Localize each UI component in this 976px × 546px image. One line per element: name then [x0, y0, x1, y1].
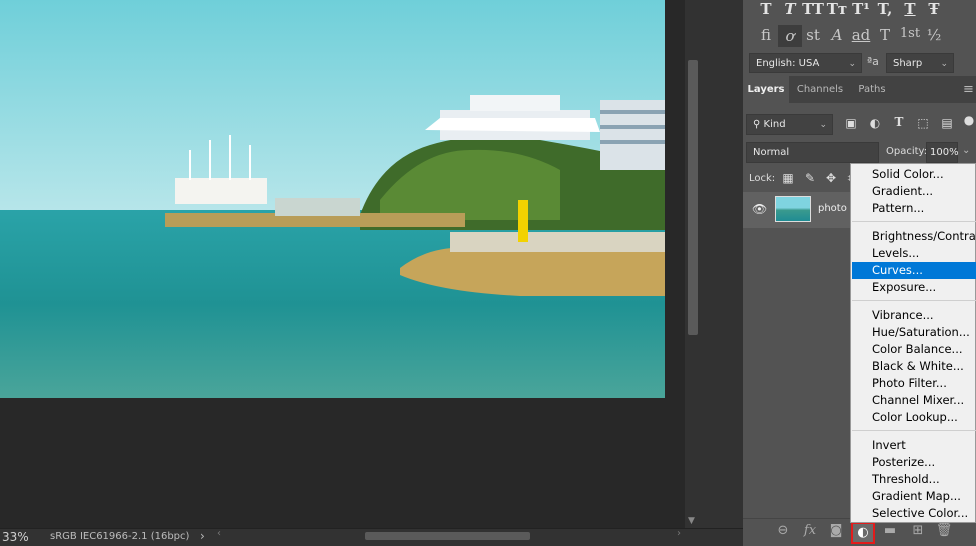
menu-item-black-white[interactable]: Black & White...	[852, 358, 976, 375]
menu-item-invert[interactable]: Invert	[852, 437, 976, 454]
filter-kind-select[interactable]: ⚲ Kind ⌄	[746, 114, 833, 135]
add-mask-icon[interactable]: ◙	[827, 523, 845, 538]
search-icon: ⚲	[753, 119, 764, 130]
strikethrough-button[interactable]: Ŧ	[922, 0, 946, 18]
adjustment-layer-menu: Solid Color... Gradient... Pattern... Br…	[850, 163, 976, 523]
blend-mode-select[interactable]: Normal	[746, 142, 879, 163]
opacity-field[interactable]: 100%	[926, 142, 959, 163]
menu-item-pattern[interactable]: Pattern...	[852, 200, 976, 217]
kind-value: Kind	[763, 119, 786, 130]
lock-transparent-pixels-icon[interactable]: ▦	[779, 171, 797, 185]
small-caps-button[interactable]: Tт	[825, 0, 849, 18]
menu-item-threshold[interactable]: Threshold...	[852, 471, 976, 488]
underline-button[interactable]: T	[898, 0, 922, 18]
menu-separator	[852, 300, 976, 301]
photo-scene	[0, 0, 665, 398]
layers-tab-bar: Layers Channels Paths ≡	[743, 76, 976, 103]
menu-separator	[852, 430, 976, 431]
menu-item-gradient[interactable]: Gradient...	[852, 183, 976, 200]
faux-bold-button[interactable]: T	[754, 0, 778, 18]
visibility-eye-icon[interactable]: 👁	[752, 202, 767, 216]
new-adjustment-layer-icon[interactable]: ◐	[851, 522, 875, 544]
menu-item-brightness-contrast[interactable]: Brightness/Contrast...	[852, 228, 976, 245]
color-profile: sRGB IEC61966-2.1 (16bpc)	[50, 531, 190, 542]
scroll-down-icon[interactable]: ▼	[688, 516, 695, 526]
subscript-button[interactable]: T,	[873, 0, 897, 18]
chevron-down-icon: ⌄	[940, 59, 948, 69]
fx-icon[interactable]: fx	[801, 523, 819, 538]
canvas-area[interactable]	[0, 0, 685, 528]
opacity-chevron-icon[interactable]: ⌄	[962, 145, 970, 156]
discretionary-ligatures-button[interactable]: st	[801, 26, 825, 44]
swash-button[interactable]: A	[825, 26, 849, 44]
menu-item-hue-saturation[interactable]: Hue/Saturation...	[852, 324, 976, 341]
menu-item-posterize[interactable]: Posterize...	[852, 454, 976, 471]
chevron-down-icon: ⌄	[819, 120, 827, 130]
vertical-scrollbar[interactable]: ▼	[685, 0, 703, 528]
old-style-button[interactable]: ơ	[778, 25, 802, 47]
menu-item-solid-color[interactable]: Solid Color...	[852, 166, 976, 183]
horizontal-scroll-thumb[interactable]	[365, 532, 530, 540]
menu-item-color-balance[interactable]: Color Balance...	[852, 341, 976, 358]
titling-alternates-button[interactable]: T	[873, 26, 897, 44]
antialias-value: Sharp	[893, 58, 923, 69]
fractions-button[interactable]: ½	[922, 26, 946, 44]
stylistic-alternates-button[interactable]: ad	[849, 26, 873, 44]
faux-italic-button[interactable]: T	[778, 0, 802, 18]
opacity-value: 100%	[930, 147, 959, 158]
menu-item-photo-filter[interactable]: Photo Filter...	[852, 375, 976, 392]
filter-toggle-icon[interactable]: ●	[960, 113, 976, 127]
ligatures-button[interactable]: fi	[754, 26, 778, 44]
scroll-right-icon[interactable]: ›	[677, 528, 681, 539]
menu-item-gradient-map[interactable]: Gradient Map...	[852, 488, 976, 505]
new-group-folder-icon[interactable]: ▬	[881, 523, 899, 538]
tab-layers[interactable]: Layers	[743, 76, 789, 103]
trash-icon[interactable]: 🗑	[935, 523, 953, 538]
tab-paths[interactable]: Paths	[851, 76, 893, 103]
menu-item-curves[interactable]: Curves...	[852, 262, 976, 279]
chevron-down-icon: ⌄	[848, 59, 856, 69]
panel-menu-icon[interactable]: ≡	[961, 76, 976, 103]
all-caps-button[interactable]: TT	[801, 0, 825, 18]
antialias-icon: ªa	[867, 55, 879, 68]
link-layers-icon[interactable]: ⊖	[774, 523, 792, 538]
opacity-label: Opacity:	[886, 146, 928, 157]
menu-item-channel-mixer[interactable]: Channel Mixer...	[852, 392, 976, 409]
layer-name[interactable]: photo	[818, 203, 847, 214]
blend-mode-value: Normal	[753, 147, 790, 158]
menu-item-color-lookup[interactable]: Color Lookup...	[852, 409, 976, 426]
horizontal-scrollbar[interactable]: ‹ ›	[215, 528, 685, 543]
zoom-level[interactable]: 33%	[2, 530, 29, 544]
scroll-left-icon[interactable]: ‹	[217, 528, 221, 539]
menu-item-vibrance[interactable]: Vibrance...	[852, 307, 976, 324]
language-value: English: USA	[756, 58, 820, 69]
menu-item-exposure[interactable]: Exposure...	[852, 279, 976, 296]
tab-channels[interactable]: Channels	[789, 76, 851, 103]
menu-separator	[852, 221, 976, 222]
lock-label: Lock:	[749, 173, 776, 184]
superscript-button[interactable]: T¹	[849, 0, 873, 18]
antialias-select[interactable]: Sharp ⌄	[886, 53, 954, 73]
menu-item-levels[interactable]: Levels...	[852, 245, 976, 262]
ordinals-button[interactable]: 1st	[898, 26, 922, 41]
status-menu-arrow-icon[interactable]: ›	[200, 529, 205, 543]
filter-pixel-icon[interactable]: ▣	[842, 116, 860, 130]
filter-smart-object-icon[interactable]: ▤	[938, 116, 956, 130]
lock-position-icon[interactable]: ✥	[822, 171, 840, 185]
new-layer-icon[interactable]: ⊞	[909, 523, 927, 538]
panel-gutter	[703, 0, 743, 545]
filter-type-icon[interactable]: T	[890, 115, 908, 129]
document-photo[interactable]	[0, 0, 665, 398]
menu-item-selective-color[interactable]: Selective Color...	[852, 505, 976, 522]
lock-image-pixels-icon[interactable]: ✎	[801, 171, 819, 185]
language-select[interactable]: English: USA ⌄	[749, 53, 862, 73]
vertical-scroll-thumb[interactable]	[688, 60, 698, 335]
filter-shape-icon[interactable]: ⬚	[914, 116, 932, 130]
filter-adjustment-icon[interactable]: ◐	[866, 116, 884, 130]
layer-thumbnail[interactable]	[775, 196, 811, 222]
